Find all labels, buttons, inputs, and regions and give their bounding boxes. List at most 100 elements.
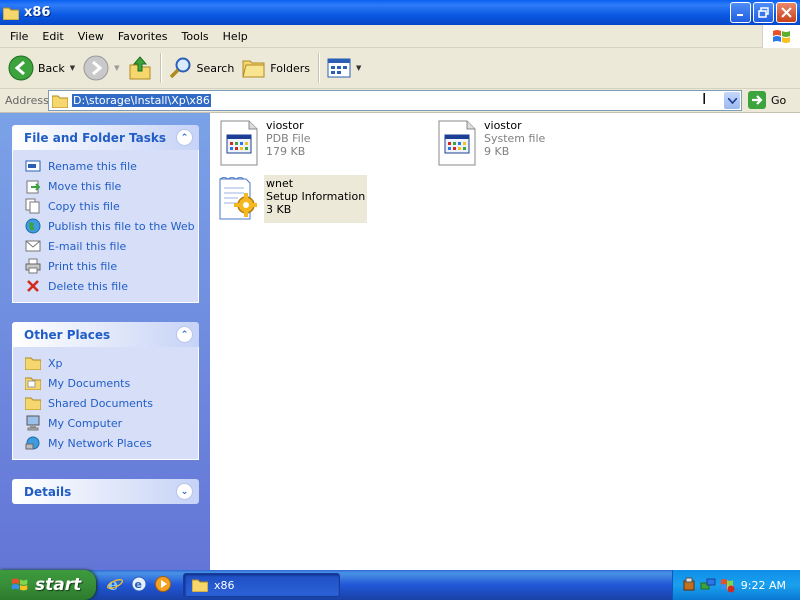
other-places-title: Other Places <box>24 327 111 342</box>
address-value[interactable]: D:\storage\Install\Xp\x86 <box>72 94 211 107</box>
task-publish[interactable]: Publish this file to the Web <box>25 216 198 236</box>
svg-text:e: e <box>135 578 142 591</box>
address-input[interactable]: D:\storage\Install\Xp\x86 <box>48 90 742 111</box>
details-title: Details <box>24 484 72 499</box>
toolbar-separator <box>318 53 320 83</box>
other-places-panel: Other Places ⌃ Xp My Documents Shared Do… <box>12 322 199 460</box>
file-list[interactable]: viostor PDB File 179 KB viostor System f… <box>210 113 800 570</box>
rename-icon <box>25 158 41 174</box>
chevron-down-icon[interactable]: ▼ <box>356 64 361 72</box>
setup-information-icon <box>219 177 257 220</box>
windows-flag-icon <box>772 29 790 43</box>
menu-favorites[interactable]: Favorites <box>111 30 175 43</box>
address-dropdown-button[interactable] <box>724 92 740 109</box>
system-tray: 9:22 AM <box>672 570 800 600</box>
folders-button[interactable]: Folders <box>238 50 314 86</box>
taskbar-window-button[interactable]: x86 <box>183 573 340 597</box>
file-size: 9 KB <box>484 145 510 158</box>
file-tasks-title: File and Folder Tasks <box>24 130 167 145</box>
forward-button[interactable]: ▼ <box>79 50 123 86</box>
window-title: x86 <box>24 5 51 20</box>
place-xp[interactable]: Xp <box>25 353 198 373</box>
file-type: System file <box>484 132 546 145</box>
up-button[interactable] <box>124 50 156 86</box>
printer-icon <box>25 258 41 274</box>
task-delete[interactable]: Delete this file <box>25 276 198 296</box>
task-rename[interactable]: Rename this file <box>25 156 198 176</box>
tray-network-icon[interactable] <box>700 577 716 593</box>
menu-help[interactable]: Help <box>216 30 255 43</box>
file-tasks-header[interactable]: File and Folder Tasks ⌃ <box>12 125 199 150</box>
file-type: Setup Information <box>266 190 366 203</box>
collapse-icon[interactable]: ⌃ <box>176 129 193 146</box>
file-item-selected[interactable]: wnet Setup Information 3 KB <box>216 175 368 223</box>
network-icon <box>25 435 41 451</box>
address-bar: Address D:\storage\Install\Xp\x86 I Go <box>0 89 800 113</box>
tray-tools-icon[interactable] <box>681 577 697 593</box>
file-name: viostor <box>266 119 304 132</box>
internet-explorer-icon[interactable]: e <box>106 575 124 593</box>
task-pane: File and Folder Tasks ⌃ Rename this file… <box>0 113 210 570</box>
restore-icon <box>758 7 769 18</box>
place-my-computer[interactable]: My Computer <box>25 413 198 433</box>
search-button[interactable]: Search <box>165 50 239 86</box>
menu-file[interactable]: File <box>3 30 35 43</box>
folder-icon <box>52 95 68 108</box>
toolbar-separator <box>159 53 161 83</box>
windows-logo <box>762 25 800 48</box>
start-label: start <box>35 575 82 595</box>
go-button[interactable]: Go <box>748 91 786 109</box>
folder-icon <box>192 579 208 592</box>
folder-up-icon <box>129 56 150 80</box>
back-button[interactable]: Back ▼ <box>4 50 79 86</box>
title-bar[interactable]: x86 <box>0 0 800 25</box>
media-player-icon[interactable] <box>154 575 172 593</box>
start-button[interactable]: start <box>0 570 96 600</box>
folder-icon <box>25 355 41 371</box>
task-email[interactable]: E-mail this file <box>25 236 198 256</box>
task-copy[interactable]: Copy this file <box>25 196 198 216</box>
menu-view[interactable]: View <box>71 30 111 43</box>
details-header[interactable]: Details ⌄ <box>12 479 199 504</box>
globe-icon <box>25 218 41 234</box>
place-my-network-places[interactable]: My Network Places <box>25 433 198 453</box>
task-print[interactable]: Print this file <box>25 256 198 276</box>
minimize-icon <box>737 14 743 16</box>
minimize-button[interactable] <box>730 2 751 23</box>
clock[interactable]: 9:22 AM <box>741 579 786 592</box>
chevron-down-icon[interactable]: ▼ <box>114 64 119 72</box>
place-shared-documents[interactable]: Shared Documents <box>25 393 198 413</box>
place-my-documents[interactable]: My Documents <box>25 373 198 393</box>
chevron-down-icon[interactable]: ▼ <box>70 64 75 72</box>
menu-tools[interactable]: Tools <box>175 30 216 43</box>
forward-arrow-icon <box>83 55 109 81</box>
toolbar: Back ▼ ▼ Search Folders ▼ <box>0 48 800 89</box>
file-item[interactable]: viostor System file 9 KB <box>436 119 545 167</box>
search-icon <box>169 57 190 79</box>
folders-icon <box>242 60 265 78</box>
task-move[interactable]: Move this file <box>25 176 198 196</box>
go-arrow-icon <box>748 91 766 109</box>
tray-security-icon[interactable] <box>719 577 735 593</box>
expand-icon[interactable]: ⌄ <box>176 483 193 500</box>
close-icon <box>781 7 792 18</box>
copy-icon <box>25 198 41 214</box>
chevron-down-icon <box>727 97 737 104</box>
computer-icon <box>25 415 41 431</box>
outlook-express-icon[interactable]: e <box>130 575 148 593</box>
system-file-icon <box>220 120 258 166</box>
menu-edit[interactable]: Edit <box>35 30 70 43</box>
close-button[interactable] <box>776 2 797 23</box>
file-item[interactable]: viostor PDB File 179 KB <box>218 119 311 167</box>
delete-icon <box>25 278 41 294</box>
email-icon <box>25 238 41 254</box>
details-panel: Details ⌄ <box>12 479 199 504</box>
quick-launch: e e <box>106 575 172 593</box>
other-places-header[interactable]: Other Places ⌃ <box>12 322 199 347</box>
views-button[interactable]: ▼ <box>323 50 365 86</box>
restore-button[interactable] <box>753 2 774 23</box>
system-file-icon <box>438 120 476 166</box>
collapse-icon[interactable]: ⌃ <box>176 326 193 343</box>
address-label: Address <box>5 94 49 107</box>
file-name: wnet <box>266 177 294 190</box>
